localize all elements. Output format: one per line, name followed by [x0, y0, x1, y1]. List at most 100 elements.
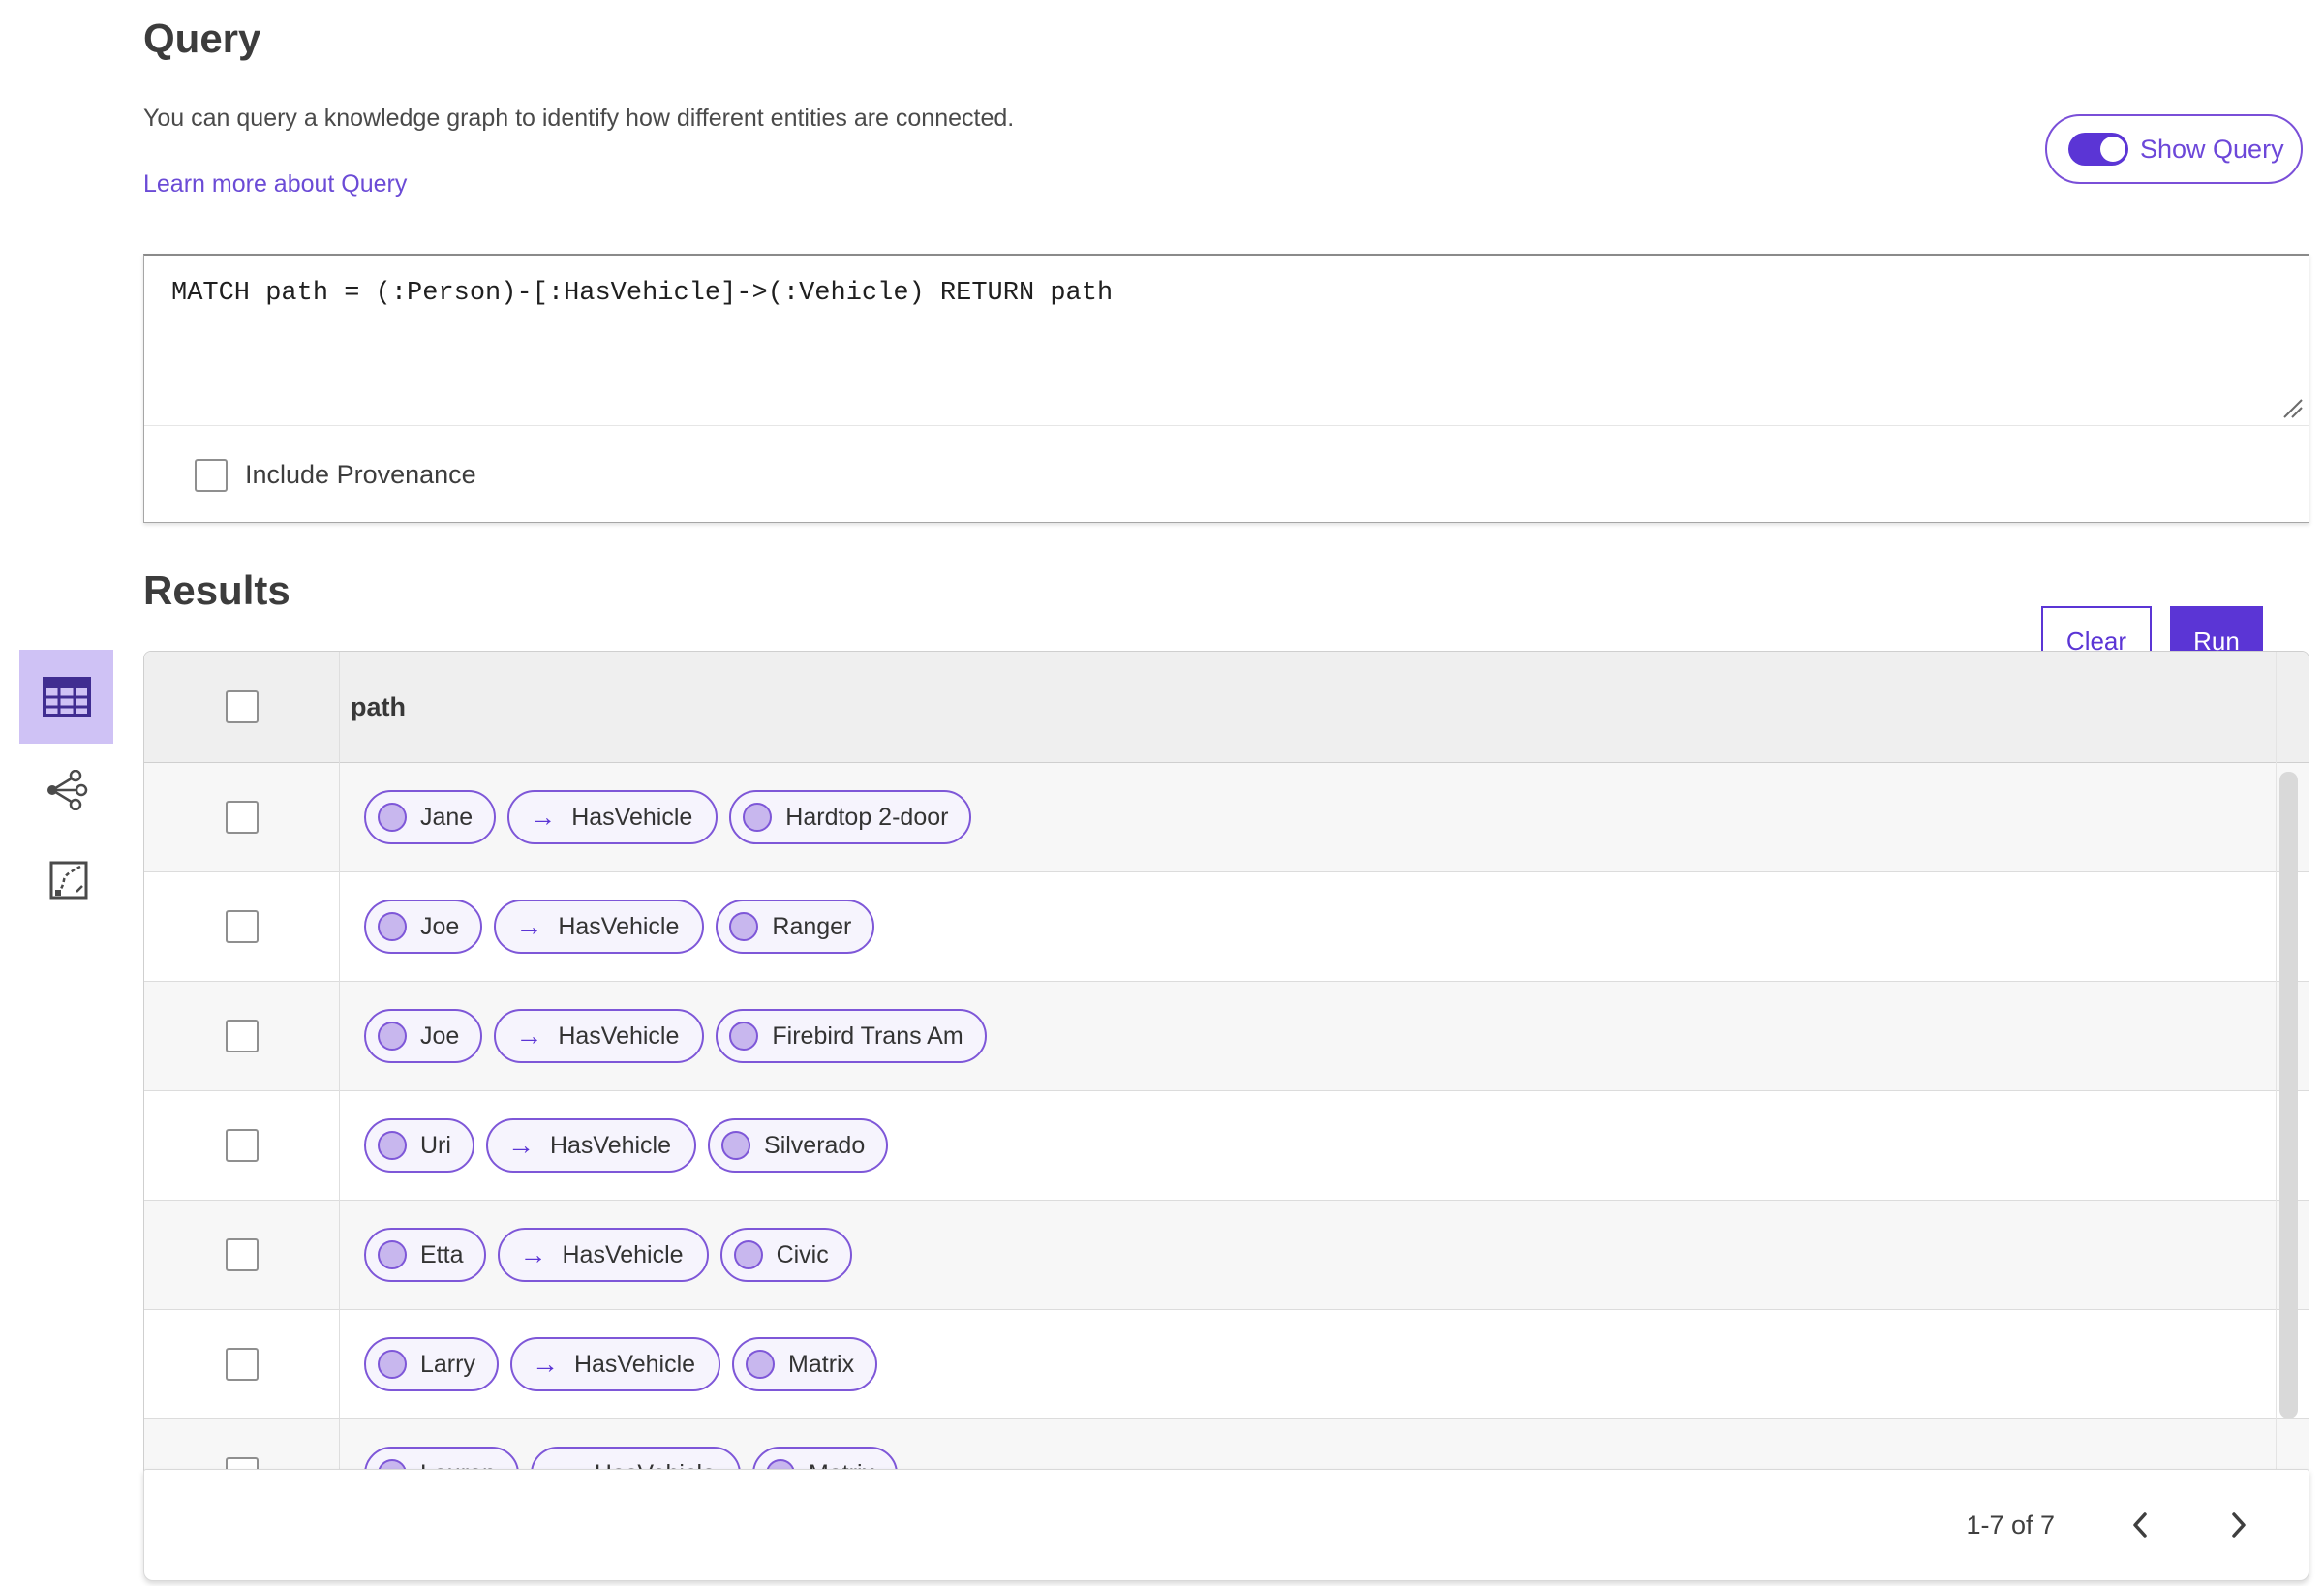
relation-chip[interactable]: → HasVehicle — [494, 1009, 705, 1063]
row-checkbox[interactable] — [225, 1129, 259, 1162]
row-checkbox[interactable] — [225, 1348, 259, 1381]
table-row: Jane → HasVehicle Hardtop 2-door — [144, 763, 2309, 872]
source-node-chip[interactable]: Jane — [364, 790, 497, 844]
arrow-right-icon: → — [506, 1130, 535, 1160]
source-node-label: Joe — [420, 912, 460, 940]
tab-map-view[interactable] — [48, 860, 89, 900]
graph-view-icon — [47, 770, 88, 810]
relation-chip[interactable]: → HasVehicle — [494, 900, 705, 954]
results-title: Results — [143, 567, 290, 613]
pagination-bar: 1-7 of 7 — [143, 1469, 2309, 1581]
target-node-label: Matrix — [788, 1350, 855, 1378]
target-node-chip[interactable]: Ranger — [716, 900, 875, 954]
map-view-icon — [49, 861, 88, 900]
row-checkbox[interactable] — [225, 910, 259, 943]
node-icon — [378, 1350, 407, 1379]
path-cell: Etta → HasVehicle Civic — [339, 1228, 2309, 1282]
table-header-row: path — [144, 652, 2309, 763]
learn-more-link[interactable]: Learn more about Query — [143, 170, 407, 198]
target-node-label: Silverado — [764, 1131, 866, 1159]
node-icon — [743, 803, 773, 832]
arrow-right-icon: → — [529, 802, 557, 832]
target-node-label: Firebird Trans Am — [772, 1022, 963, 1050]
node-icon — [729, 912, 759, 941]
relation-label: HasVehicle — [562, 1240, 684, 1268]
relation-chip[interactable]: → HasVehicle — [507, 790, 719, 844]
target-node-label: Ranger — [772, 912, 852, 940]
column-divider — [339, 652, 340, 1530]
tab-table-view[interactable] — [19, 650, 113, 744]
path-cell: Joe → HasVehicle Firebird Trans Am — [339, 1009, 2309, 1063]
node-icon — [746, 1350, 776, 1379]
query-input[interactable]: MATCH path = (:Person)-[:HasVehicle]->(:… — [144, 256, 2309, 423]
target-node-chip[interactable]: Matrix — [732, 1337, 878, 1391]
select-all-checkbox[interactable] — [225, 690, 259, 723]
path-cell: Larry → HasVehicle Matrix — [339, 1337, 2309, 1391]
node-icon — [378, 803, 407, 832]
arrow-right-icon: → — [531, 1349, 559, 1379]
table-view-icon — [42, 676, 91, 717]
table-row: Etta → HasVehicle Civic — [144, 1201, 2309, 1310]
source-node-chip[interactable]: Uri — [364, 1118, 474, 1173]
node-icon — [733, 1240, 763, 1269]
page-range-label: 1-7 of 7 — [1966, 1510, 2055, 1540]
node-icon — [378, 1022, 407, 1051]
include-provenance-label: Include Provenance — [245, 460, 476, 489]
arrow-right-icon: → — [519, 1239, 547, 1269]
source-node-chip[interactable]: Etta — [364, 1228, 487, 1282]
source-node-label: Etta — [420, 1240, 464, 1268]
provenance-row: Include Provenance Clear Run — [144, 426, 2309, 676]
source-node-chip[interactable]: Joe — [364, 1009, 483, 1063]
table-row: Joe → HasVehicle Firebird Trans Am — [144, 982, 2309, 1091]
path-cell: Jane → HasVehicle Hardtop 2-door — [339, 790, 2309, 844]
show-query-toggle[interactable]: Show Query — [2045, 114, 2303, 184]
arrow-right-icon: → — [515, 1021, 543, 1051]
target-node-chip[interactable]: Silverado — [708, 1118, 889, 1173]
source-node-chip[interactable]: Joe — [364, 900, 483, 954]
target-node-label: Civic — [776, 1240, 829, 1268]
scrollbar-track — [2276, 652, 2277, 1530]
relation-label: HasVehicle — [549, 1131, 672, 1159]
resize-handle-icon[interactable] — [2278, 394, 2304, 419]
table-body: Jane → HasVehicle Hardtop 2-door Joe → H… — [144, 763, 2309, 1529]
source-node-label: Uri — [420, 1131, 451, 1159]
relation-label: HasVehicle — [573, 1350, 696, 1378]
relation-label: HasVehicle — [558, 1022, 680, 1050]
show-query-label: Show Query — [2140, 134, 2284, 164]
target-node-chip[interactable]: Hardtop 2-door — [729, 790, 972, 844]
scrollbar-thumb[interactable] — [2279, 772, 2298, 1418]
node-icon — [729, 1022, 759, 1051]
include-provenance-checkbox[interactable] — [195, 458, 228, 492]
table-row: Uri → HasVehicle Silverado — [144, 1091, 2309, 1201]
path-cell: Joe → HasVehicle Ranger — [339, 900, 2309, 954]
row-checkbox[interactable] — [225, 801, 259, 834]
target-node-chip[interactable]: Civic — [719, 1228, 852, 1282]
column-header-path: path — [351, 691, 406, 721]
chevron-left-icon — [2133, 1512, 2147, 1538]
target-node-label: Hardtop 2-door — [785, 803, 949, 831]
next-page-button[interactable] — [2225, 1507, 2252, 1543]
tab-graph-view[interactable] — [43, 767, 89, 813]
query-description: You can query a knowledge graph to ident… — [143, 105, 1015, 132]
page-title: Query — [143, 15, 261, 61]
chevron-right-icon — [2232, 1512, 2246, 1538]
node-icon — [378, 1240, 407, 1269]
relation-label: HasVehicle — [558, 912, 680, 940]
node-icon — [378, 1131, 407, 1160]
arrow-right-icon: → — [515, 911, 543, 941]
toggle-on-icon[interactable] — [2068, 133, 2128, 166]
prev-page-button[interactable] — [2126, 1507, 2154, 1543]
row-checkbox[interactable] — [225, 1020, 259, 1052]
results-table: path Jane → HasVehicle Hardtop 2-door Jo… — [143, 651, 2309, 1531]
row-checkbox[interactable] — [225, 1238, 259, 1271]
relation-chip[interactable]: → HasVehicle — [485, 1118, 697, 1173]
source-node-label: Joe — [420, 1022, 460, 1050]
relation-chip[interactable]: → HasVehicle — [509, 1337, 721, 1391]
source-node-chip[interactable]: Larry — [364, 1337, 499, 1391]
source-node-label: Larry — [420, 1350, 475, 1378]
node-icon — [378, 912, 407, 941]
table-row: Joe → HasVehicle Ranger — [144, 872, 2309, 982]
target-node-chip[interactable]: Firebird Trans Am — [716, 1009, 987, 1063]
relation-chip[interactable]: → HasVehicle — [498, 1228, 709, 1282]
query-editor-panel: MATCH path = (:Person)-[:HasVehicle]->(:… — [143, 254, 2309, 676]
